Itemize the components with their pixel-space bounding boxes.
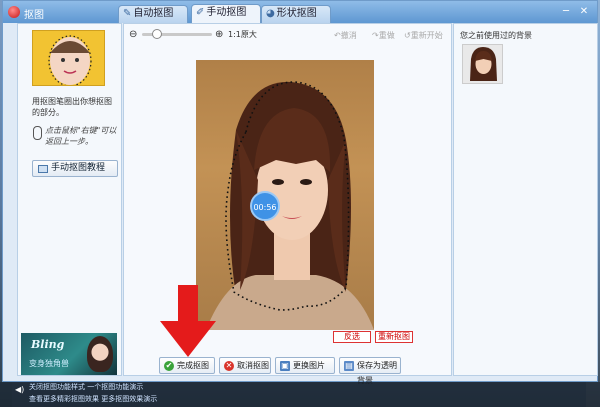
- tab-manual-matting[interactable]: ✐ 手动抠图: [191, 4, 261, 24]
- finish-matting-button[interactable]: ✔ 完成抠图: [159, 357, 215, 374]
- tab-label: 自动抠图: [133, 8, 174, 19]
- manual-tutorial-button[interactable]: 手动抠图教程: [32, 160, 118, 177]
- ad-subtitle: 变身独角兽: [29, 359, 69, 368]
- save-transparent-button[interactable]: ▤ 保存为透明背景: [339, 357, 401, 385]
- history-title: 您之前使用过的背景: [460, 31, 532, 40]
- photo-canvas[interactable]: [196, 60, 374, 330]
- background-history-panel: 您之前使用过的背景: [453, 23, 598, 376]
- change-label: 更换图片: [293, 361, 325, 370]
- undo-button[interactable]: ↶撤消: [334, 30, 357, 41]
- tutorial-button-label: 手动抠图教程: [51, 163, 106, 173]
- image-icon: ▣: [280, 361, 290, 371]
- ad-banner[interactable]: Bling 变身独角兽: [21, 333, 117, 375]
- matting-window: 抠图 ─ ✕ ✎ 自动抠图 ✐ 手动抠图 ◕ 形状抠图 用抠图笔圈出你想抠图的部分。 …: [2, 0, 598, 385]
- cancel-icon: ✕: [224, 361, 234, 371]
- zoom-out-icon[interactable]: ⊖: [129, 29, 137, 40]
- left-panel: 用抠图笔圈出你想抠图的部分。 点击鼠标"右键"可以返回上一步。 手动抠图教程 B…: [17, 23, 122, 376]
- history-background-thumbnail[interactable]: [462, 44, 503, 84]
- cursor-icon: ✐: [196, 7, 205, 18]
- check-icon: ✔: [164, 361, 174, 371]
- portrait-photo: [206, 81, 374, 330]
- status-bar: ◀) 关闭抠图功能样式 一个抠图功能演示 查看更多精彩抠图效果 更多抠图效果演示: [0, 382, 600, 407]
- ad-portrait: [87, 336, 113, 372]
- finish-label: 完成抠图: [177, 361, 209, 370]
- magic-wand-icon: ✎: [123, 8, 132, 19]
- cancel-matting-button[interactable]: ✕ 取消抠图: [219, 357, 271, 374]
- instruction-text: 用抠图笔圈出你想抠图的部分。: [32, 97, 112, 117]
- zoom-slider-handle[interactable]: [152, 29, 162, 39]
- example-baby-image: [48, 35, 92, 85]
- change-image-button[interactable]: ▣ 更换图片: [275, 357, 335, 374]
- monitor-icon: [38, 165, 48, 173]
- undo-label: 撤消: [340, 31, 357, 40]
- ad-title: Bling: [31, 338, 65, 351]
- tab-label: 形状抠图: [276, 8, 317, 19]
- tab-auto-matting[interactable]: ✎ 自动抠图: [118, 5, 188, 23]
- mouse-icon: [33, 126, 42, 140]
- restart-button[interactable]: ↺重新开始: [404, 30, 443, 41]
- cancel-label: 取消抠图: [237, 361, 269, 370]
- right-click-tip: 点击鼠标"右键"可以返回上一步。: [45, 126, 117, 146]
- shape-icon: ◕: [266, 8, 275, 19]
- tab-shape-matting[interactable]: ◕ 形状抠图: [261, 5, 331, 23]
- status-line-1: 关闭抠图功能样式 一个抠图功能演示: [29, 383, 144, 391]
- window-title: 抠图: [24, 10, 44, 21]
- example-thumbnail: [32, 30, 105, 86]
- actual-size-button[interactable]: 1:1原大: [228, 29, 257, 40]
- close-button[interactable]: ✕: [577, 5, 591, 18]
- redo-button[interactable]: ↷重做: [372, 30, 395, 41]
- timer-badge: 00:56: [250, 191, 280, 221]
- tab-label: 手动抠图: [206, 7, 247, 18]
- redo-label: 重做: [378, 31, 395, 40]
- invert-selection-button[interactable]: 反选: [333, 331, 371, 343]
- app-icon: [8, 6, 20, 18]
- zoom-in-icon[interactable]: ⊕: [215, 29, 223, 40]
- status-line-2: 查看更多精彩抠图效果 更多抠图效果演示: [29, 395, 158, 403]
- redo-matting-button[interactable]: 重新抠图: [375, 331, 413, 343]
- red-arrow-annotation: [160, 285, 216, 357]
- restart-label: 重新开始: [410, 31, 443, 40]
- speaker-icon[interactable]: ◀): [15, 385, 24, 394]
- history-portrait: [470, 47, 497, 81]
- save-icon: ▤: [344, 361, 354, 371]
- minimize-button[interactable]: ─: [559, 5, 573, 18]
